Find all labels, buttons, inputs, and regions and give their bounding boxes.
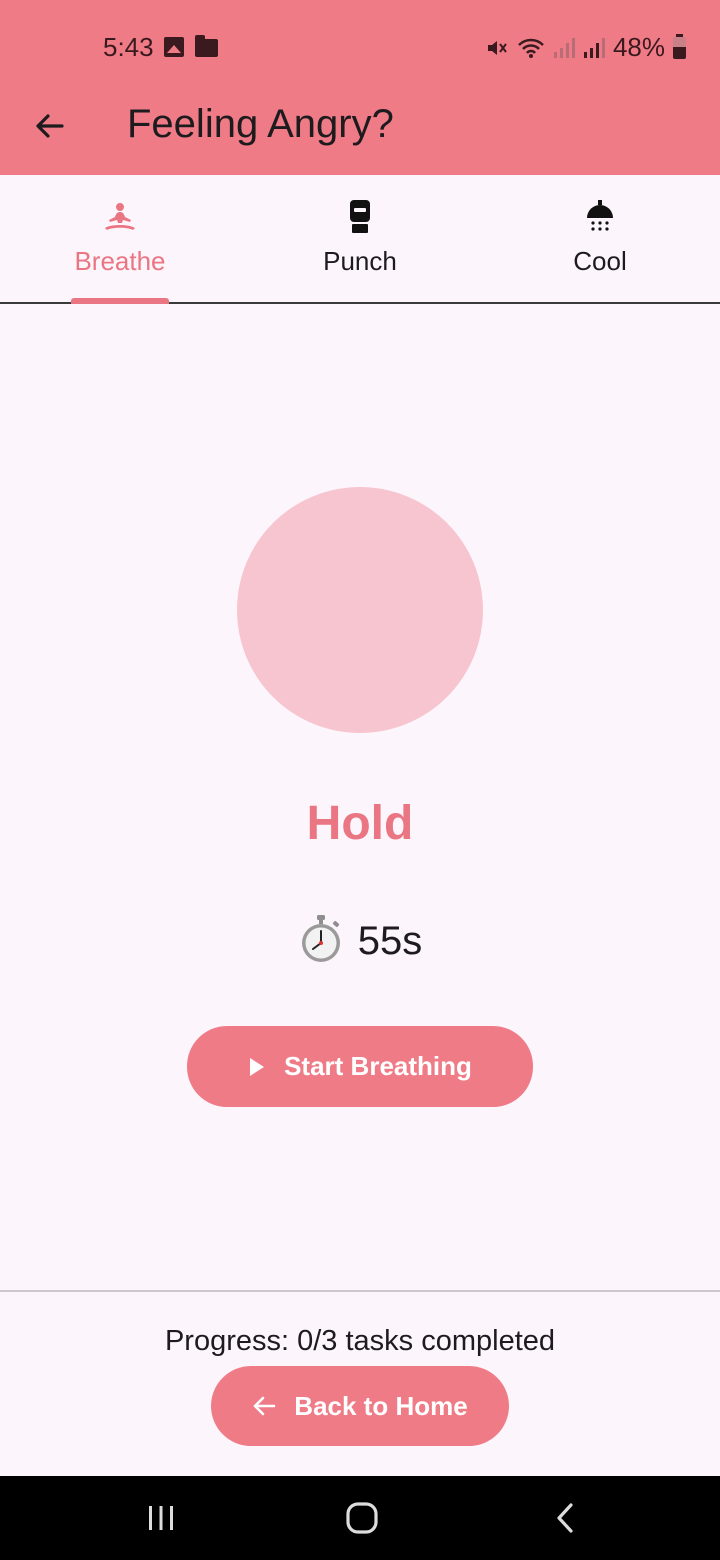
stopwatch-icon bbox=[298, 914, 344, 969]
breathing-phase: Hold bbox=[306, 797, 414, 850]
tab-bar: Breathe Punch Cool bbox=[0, 175, 720, 304]
wifi-icon bbox=[518, 38, 544, 58]
app-bar: Feeling Angry? bbox=[0, 92, 720, 175]
home-nav-button[interactable] bbox=[344, 1500, 380, 1536]
play-icon bbox=[250, 1057, 265, 1076]
back-nav-icon bbox=[557, 1503, 573, 1533]
gallery-notification-icon bbox=[164, 37, 184, 57]
timer: 55s bbox=[0, 914, 720, 969]
status-icons: 48% bbox=[485, 32, 686, 63]
timer-value: 55s bbox=[357, 919, 423, 963]
breathing-circle bbox=[237, 487, 483, 733]
home-nav-icon bbox=[346, 1502, 378, 1534]
back-arrow-icon[interactable] bbox=[30, 106, 70, 146]
tab-cool[interactable]: Cool bbox=[480, 175, 720, 302]
status-bar: 5:43 48% bbox=[0, 0, 720, 92]
battery-percent: 48% bbox=[612, 32, 665, 62]
signal-icon-2 bbox=[583, 37, 605, 58]
recent-apps-icon bbox=[149, 1506, 173, 1530]
meditation-icon bbox=[103, 200, 137, 234]
tab-label-cool: Cool bbox=[573, 246, 627, 276]
tab-breathe[interactable]: Breathe bbox=[0, 175, 240, 304]
back-to-home-label: Back to Home bbox=[294, 1390, 468, 1421]
status-time: 5:43 bbox=[103, 32, 154, 62]
start-breathing-button[interactable]: Start Breathing bbox=[187, 1026, 533, 1107]
folder-notification-icon bbox=[195, 35, 218, 57]
signal-icon bbox=[553, 37, 575, 58]
active-tab-indicator bbox=[71, 298, 169, 304]
back-nav-button[interactable] bbox=[550, 1500, 580, 1536]
progress-text: Progress: 0/3 tasks completed bbox=[164, 1325, 556, 1357]
back-to-home-button[interactable]: Back to Home bbox=[211, 1366, 509, 1446]
mute-icon bbox=[487, 40, 507, 55]
recent-apps-button[interactable] bbox=[145, 1500, 177, 1536]
shower-icon bbox=[585, 200, 615, 234]
tab-punch[interactable]: Punch bbox=[240, 175, 480, 302]
boxing-glove-icon bbox=[346, 200, 374, 234]
start-breathing-label: Start Breathing bbox=[284, 1051, 472, 1081]
battery-icon bbox=[673, 33, 686, 59]
system-nav-bar bbox=[0, 1476, 720, 1560]
footer-divider bbox=[0, 1290, 720, 1292]
arrow-left-icon bbox=[253, 1396, 276, 1416]
page-title: Feeling Angry? bbox=[127, 102, 394, 146]
tab-label-breathe: Breathe bbox=[74, 246, 166, 276]
tab-label-punch: Punch bbox=[323, 246, 397, 276]
